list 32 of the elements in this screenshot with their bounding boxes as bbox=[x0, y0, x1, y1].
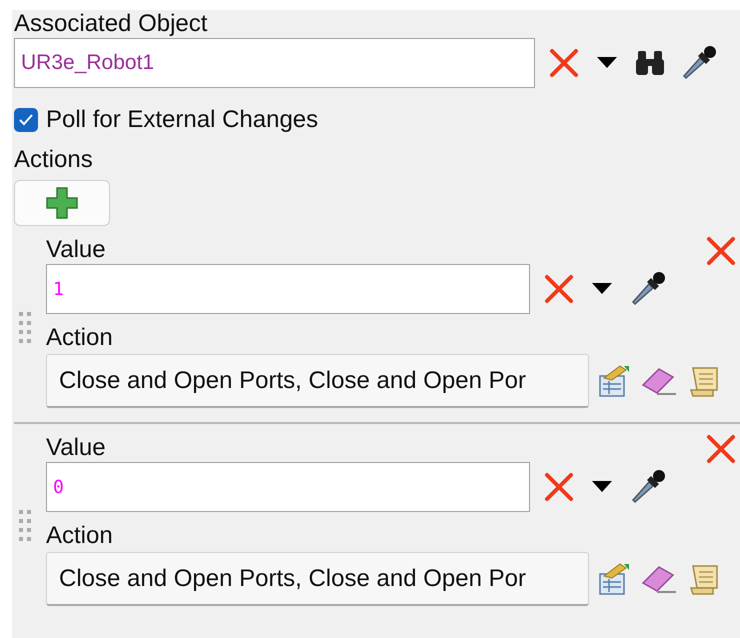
eyedropper-icon[interactable] bbox=[629, 270, 667, 308]
table-edit-icon[interactable] bbox=[598, 562, 630, 596]
checkbox-label: Poll for External Changes bbox=[46, 106, 318, 134]
field-label: Action bbox=[46, 522, 114, 550]
field-label: Associated Object bbox=[14, 10, 208, 38]
section-label: Actions bbox=[14, 146, 94, 174]
remove-icon[interactable] bbox=[704, 234, 738, 268]
eraser-icon[interactable] bbox=[641, 563, 677, 595]
eyedropper-icon[interactable] bbox=[629, 468, 667, 506]
checkbox[interactable] bbox=[14, 108, 38, 132]
binoculars-icon[interactable] bbox=[635, 49, 665, 77]
remove-icon[interactable] bbox=[704, 432, 738, 466]
clear-icon[interactable] bbox=[542, 272, 576, 306]
clear-icon[interactable] bbox=[547, 46, 581, 80]
caret-icon[interactable] bbox=[597, 57, 617, 69]
checkmark-icon bbox=[19, 114, 33, 126]
caret-icon[interactable] bbox=[592, 283, 612, 295]
add-button[interactable] bbox=[14, 180, 110, 226]
drag-handle-icon[interactable] bbox=[18, 310, 32, 346]
table-edit-icon[interactable] bbox=[598, 364, 630, 398]
field-label: Value bbox=[46, 236, 107, 264]
drag-handle-icon[interactable] bbox=[18, 508, 32, 544]
field-label: Action bbox=[46, 324, 114, 352]
field-label: Value bbox=[46, 434, 107, 462]
eyedropper-icon[interactable] bbox=[680, 44, 718, 82]
caret-icon[interactable] bbox=[592, 481, 612, 493]
action-dropdown[interactable]: Close and Open Ports, Close and Open Por bbox=[46, 354, 589, 408]
clear-icon[interactable] bbox=[542, 470, 576, 504]
plus-icon bbox=[45, 186, 79, 220]
action-dropdown[interactable]: Close and Open Ports, Close and Open Por bbox=[46, 552, 589, 606]
eraser-icon[interactable] bbox=[641, 365, 677, 397]
object-field[interactable]: UR3e_Robot1 bbox=[14, 38, 535, 88]
